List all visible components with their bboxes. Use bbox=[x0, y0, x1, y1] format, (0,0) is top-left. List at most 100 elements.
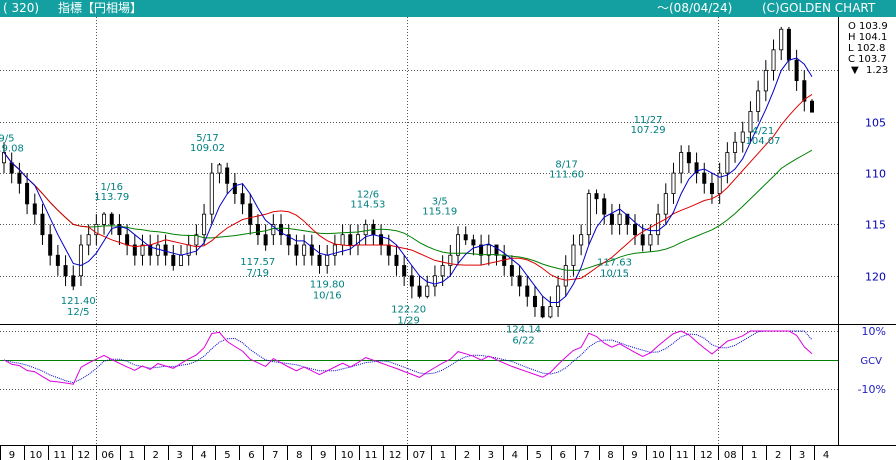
candle-body bbox=[579, 234, 584, 246]
annotation-value: 119.08 bbox=[0, 144, 24, 155]
quote-line: H 104.1 bbox=[848, 32, 887, 43]
candle-body bbox=[571, 244, 576, 266]
candle-body bbox=[202, 213, 207, 236]
candle-body bbox=[702, 172, 707, 184]
price-tick-label: 120 bbox=[865, 271, 886, 284]
candle-body bbox=[317, 254, 322, 266]
annotation-value: 95.77 bbox=[720, 17, 749, 18]
candle-body bbox=[425, 285, 430, 297]
candle-body bbox=[779, 28, 784, 51]
price-tick-label: 105 bbox=[865, 117, 886, 130]
annotation-value: 124.14 bbox=[506, 324, 541, 335]
x-tick-label: 8 bbox=[607, 450, 613, 460]
candle-body bbox=[548, 306, 553, 318]
candle-body bbox=[340, 234, 345, 246]
candle-body bbox=[102, 213, 107, 225]
candle-body bbox=[740, 131, 745, 143]
annotation-date: 7/19 bbox=[247, 268, 269, 279]
x-tick-label: 10 bbox=[341, 450, 354, 460]
candle-body bbox=[248, 203, 253, 225]
candle-body bbox=[17, 172, 22, 184]
x-tick-label: 12 bbox=[700, 450, 713, 460]
candle-body bbox=[771, 49, 776, 71]
x-tick-label: 2 bbox=[464, 450, 470, 460]
candle-body bbox=[225, 167, 230, 184]
candle-body bbox=[402, 265, 407, 277]
x-tick-label: 6 bbox=[248, 450, 254, 460]
candle-body bbox=[25, 182, 30, 205]
candle-body bbox=[733, 141, 738, 153]
candle-body bbox=[171, 254, 176, 266]
annotation-value: 113.79 bbox=[94, 192, 129, 203]
candle-body bbox=[217, 164, 222, 174]
quote-line: C 103.7 bbox=[848, 54, 887, 65]
chart-title: 指標【円相場】 bbox=[58, 1, 143, 15]
chart-date: 〜(08/04/24) bbox=[657, 1, 733, 15]
x-tick-label: 11 bbox=[365, 450, 378, 460]
candle-body bbox=[40, 213, 45, 236]
candle-body bbox=[240, 193, 245, 205]
candle-body bbox=[417, 285, 422, 297]
candle-body bbox=[232, 182, 237, 195]
quote-line: O 103.9 bbox=[848, 21, 888, 32]
candle-body bbox=[78, 244, 83, 277]
candle-body bbox=[86, 234, 91, 246]
annotation-value: 122.20 bbox=[391, 304, 426, 315]
candle-body bbox=[532, 295, 537, 307]
x-tick-label: 9 bbox=[320, 450, 326, 460]
candle-body bbox=[32, 203, 37, 215]
x-tick-label: 7 bbox=[583, 450, 589, 460]
x-tick-label: 8 bbox=[296, 450, 302, 460]
x-tick-label: 9 bbox=[631, 450, 637, 460]
x-tick-label: 1 bbox=[440, 450, 446, 460]
candle-body bbox=[709, 182, 714, 195]
x-tick-label: 11 bbox=[53, 450, 66, 460]
candle-body bbox=[679, 152, 684, 174]
x-tick-label: 9 bbox=[9, 450, 15, 460]
candle-body bbox=[463, 234, 468, 241]
annotation-value: 114.53 bbox=[350, 200, 385, 211]
x-tick-label: 6 bbox=[559, 450, 565, 460]
annotation-value: 117.57 bbox=[240, 257, 275, 268]
candle-body bbox=[671, 172, 676, 195]
price-chart: 1051101151209 10 11 12 06 1 2 3 4 5 6 7 8 9 10 11 12 07 1 2… bbox=[0, 17, 896, 460]
candle-body bbox=[409, 275, 414, 287]
candle-body bbox=[386, 244, 391, 256]
x-tick-label: 3 bbox=[799, 450, 805, 460]
candle-body bbox=[55, 254, 60, 266]
x-tick-label: 4 bbox=[512, 450, 518, 460]
candle-body bbox=[486, 244, 491, 256]
x-tick-label: 7 bbox=[272, 450, 278, 460]
change-arrow-icon: ▼ bbox=[851, 65, 859, 76]
x-tick-label: 07 bbox=[413, 450, 426, 460]
quote-change: 1.23 bbox=[866, 65, 888, 76]
candle-body bbox=[294, 244, 299, 256]
copyright: (C)GOLDEN CHART bbox=[762, 1, 876, 15]
chart-header: ( 320) 指標【円相場】 〜(08/04/24) (C)GOLDEN CHA… bbox=[0, 0, 896, 17]
annotation-date: 12/5 bbox=[67, 307, 89, 318]
x-tick-label: 10 bbox=[652, 450, 665, 460]
candle-body bbox=[763, 69, 768, 92]
candle-body bbox=[394, 254, 399, 266]
candle-body bbox=[540, 306, 545, 318]
annotation-value: 104.07 bbox=[745, 136, 780, 147]
candle-body bbox=[302, 244, 307, 256]
x-tick-label: 5 bbox=[536, 450, 542, 460]
annotation-value: 111.60 bbox=[549, 170, 584, 181]
candle-body bbox=[633, 224, 638, 236]
candle-body bbox=[63, 265, 68, 277]
candle-body bbox=[725, 152, 730, 174]
candle-body bbox=[810, 100, 815, 113]
x-tick-label: 12 bbox=[389, 450, 402, 460]
osc-name-label: GCV bbox=[860, 356, 882, 367]
candle-body bbox=[140, 244, 145, 256]
candle-body bbox=[471, 239, 476, 246]
price-tick-label: 115 bbox=[865, 219, 886, 232]
annotation-value: 107.29 bbox=[631, 125, 666, 136]
annotation-value: 121.40 bbox=[61, 296, 96, 307]
candle-body bbox=[640, 234, 645, 246]
candle-body bbox=[525, 285, 530, 297]
candle-body bbox=[602, 198, 607, 215]
candle-body bbox=[686, 152, 691, 164]
candle-body bbox=[109, 213, 114, 225]
